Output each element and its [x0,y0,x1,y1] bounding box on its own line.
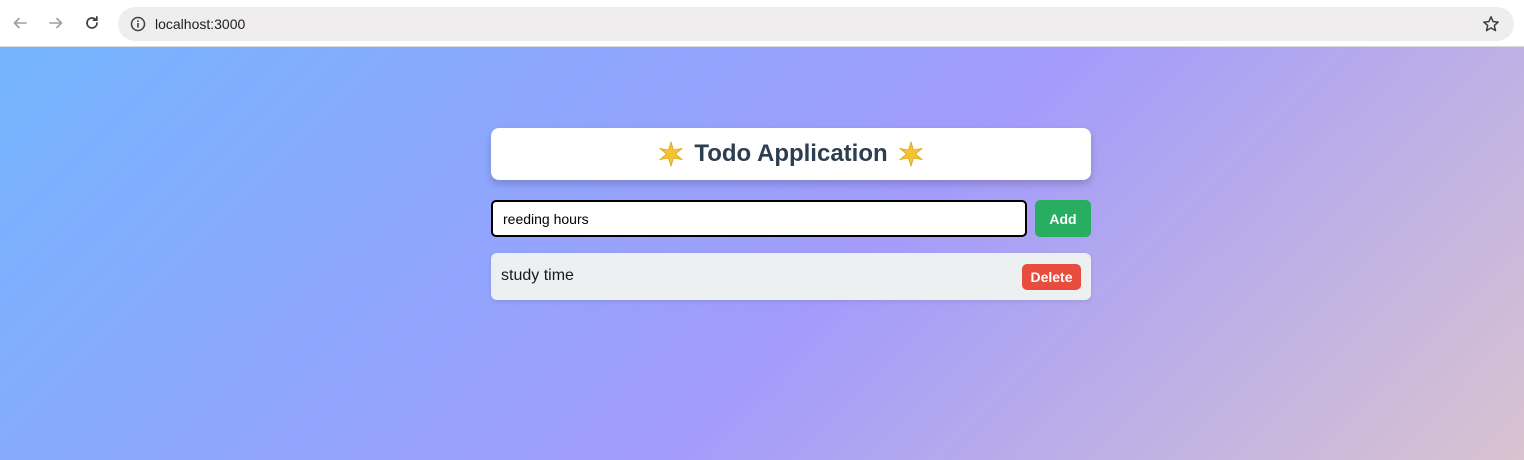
reload-icon [86,15,98,29]
arrow-left-icon [13,17,27,29]
bookmark-button[interactable] [1480,13,1502,35]
delete-button[interactable]: Delete [1022,264,1081,290]
address-bar[interactable]: localhost:3000 [118,7,1514,41]
page-title: Todo Application [694,140,888,167]
sparkle-star-icon [658,141,684,167]
back-button[interactable] [8,11,32,35]
browser-toolbar: localhost:3000 [0,0,1524,47]
header-card: Todo Application [491,128,1091,180]
reload-button[interactable] [80,11,104,35]
todo-list-item: study time Delete [491,253,1091,300]
todo-item-text: study time [501,267,574,284]
url-text[interactable]: localhost:3000 [155,16,245,32]
new-todo-input[interactable] [491,200,1027,237]
arrow-right-icon [49,17,63,29]
site-info-button[interactable] [126,12,150,36]
star-icon [1483,16,1499,32]
info-icon [130,16,146,32]
add-button[interactable]: Add [1035,200,1091,237]
sparkle-star-icon [898,141,924,167]
app-viewport: Todo Application Add study time Delete [0,47,1524,460]
forward-button[interactable] [44,11,68,35]
